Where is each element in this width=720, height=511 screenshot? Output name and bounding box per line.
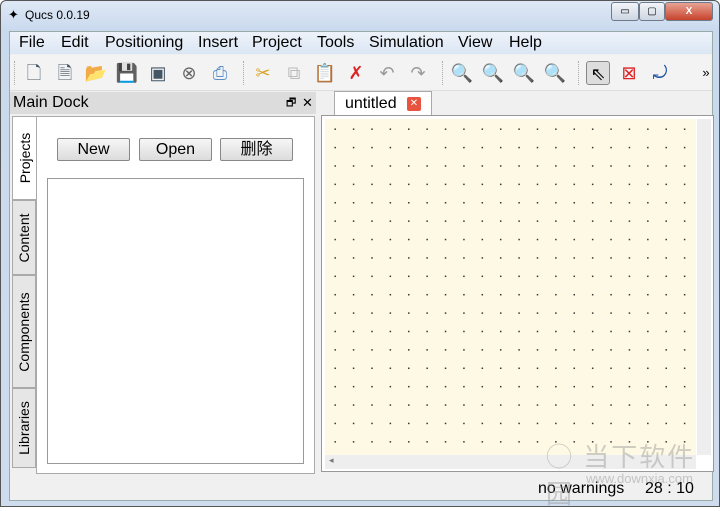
tab-label: untitled — [345, 95, 397, 112]
dock-title: Main Dock — [13, 94, 89, 111]
dock-header: Main Dock 🗗 ✕ — [10, 92, 316, 114]
toolbar-handle[interactable] — [14, 61, 16, 85]
maximize-button[interactable]: ▢ — [639, 2, 665, 21]
cut-icon[interactable]: ✂ — [251, 61, 275, 85]
delete-project-button[interactable]: 删除 — [220, 138, 293, 161]
select-icon[interactable]: ⇖ — [586, 61, 610, 85]
watermark-url: www.downxia.com — [586, 471, 693, 486]
print-icon[interactable]: ⎙ — [208, 61, 232, 85]
float-dock-icon[interactable]: 🗗 — [286, 92, 296, 114]
toolbar-separator — [578, 61, 580, 85]
save-icon[interactable]: 💾 — [115, 61, 139, 85]
copy-icon[interactable]: ⧉ — [282, 61, 306, 85]
close-dock-icon[interactable]: ✕ — [302, 92, 313, 114]
menu-view[interactable]: View — [458, 34, 492, 52]
minimize-button[interactable]: ▭ — [611, 2, 639, 21]
tab-content[interactable]: Content — [12, 200, 36, 275]
menu-tools[interactable]: Tools — [317, 34, 354, 52]
schematic-canvas[interactable] — [325, 119, 696, 455]
paste-icon[interactable]: 📋 — [313, 61, 337, 85]
redo-icon[interactable]: ↷ — [406, 61, 430, 85]
deactivate-icon[interactable]: ⊠ — [617, 61, 641, 85]
menu-project[interactable]: Project — [252, 34, 302, 52]
toolbar-overflow-button[interactable]: » — [694, 61, 718, 85]
tab-libraries[interactable]: Libraries — [12, 388, 36, 468]
undo-icon[interactable]: ↶ — [375, 61, 399, 85]
tab-components[interactable]: Components — [12, 275, 36, 388]
close-tab-icon[interactable]: ✕ — [407, 97, 421, 111]
delete-icon[interactable]: ✗ — [344, 61, 368, 85]
app-window: ✦ Qucs 0.0.19 ▭ ▢ X File Edit Positionin… — [0, 0, 720, 509]
new-file-icon[interactable]: 🗋 — [22, 61, 46, 85]
tab-label: Libraries — [16, 401, 32, 455]
menu-file[interactable]: File — [19, 34, 45, 52]
zoom-fit-icon[interactable]: 🔍 — [450, 61, 474, 85]
zoom-1-1-icon[interactable]: 🔍 — [481, 61, 505, 85]
insert-port-icon[interactable]: ⤾ — [648, 61, 672, 85]
toolbar-separator — [243, 61, 245, 85]
menu-positioning[interactable]: Positioning — [105, 34, 183, 52]
close-window-button[interactable]: X — [665, 2, 713, 21]
tab-projects[interactable]: Projects — [12, 116, 36, 200]
vertical-scrollbar[interactable] — [697, 119, 711, 455]
menu-simulation[interactable]: Simulation — [369, 34, 444, 52]
menu-bar: File Edit Positioning Insert Project Too… — [10, 32, 712, 54]
menu-insert[interactable]: Insert — [198, 34, 238, 52]
save-all-icon[interactable]: ▣ — [146, 61, 170, 85]
tab-untitled[interactable]: untitled ✕ — [334, 91, 432, 116]
tab-label: Components — [16, 291, 32, 372]
main-area: File Edit Positioning Insert Project Too… — [9, 31, 714, 501]
close-file-icon[interactable]: ⊗ — [177, 61, 201, 85]
projects-panel: New Open 删除 — [36, 116, 315, 474]
zoom-out-icon[interactable]: 🔍 — [543, 61, 567, 85]
tab-label: Content — [16, 212, 32, 263]
schematic-frame: ◂ — [321, 115, 714, 472]
toolbar: 🗋 🗎 📂 💾 ▣ ⊗ ⎙ ✂ ⧉ 📋 ✗ ↶ ↷ 🔍 🔍 🔍 🔍 ⇖ ⊠ ⤾ … — [10, 55, 712, 91]
new-project-button[interactable]: New — [57, 138, 130, 161]
window-title: Qucs 0.0.19 — [25, 8, 90, 22]
tab-label: Projects — [16, 132, 33, 184]
zoom-in-icon[interactable]: 🔍 — [512, 61, 536, 85]
open-icon[interactable]: 📂 — [84, 61, 108, 85]
projects-list[interactable] — [47, 178, 304, 464]
menu-help[interactable]: Help — [509, 34, 542, 52]
menu-edit[interactable]: Edit — [61, 34, 89, 52]
qucs-logo-icon: ✦ — [8, 7, 19, 22]
open-project-button[interactable]: Open — [139, 138, 212, 161]
new-text-icon[interactable]: 🗎 — [53, 61, 77, 85]
toolbar-separator — [442, 61, 444, 85]
main-dock: Main Dock 🗗 ✕ Projects Content Component… — [10, 92, 316, 474]
